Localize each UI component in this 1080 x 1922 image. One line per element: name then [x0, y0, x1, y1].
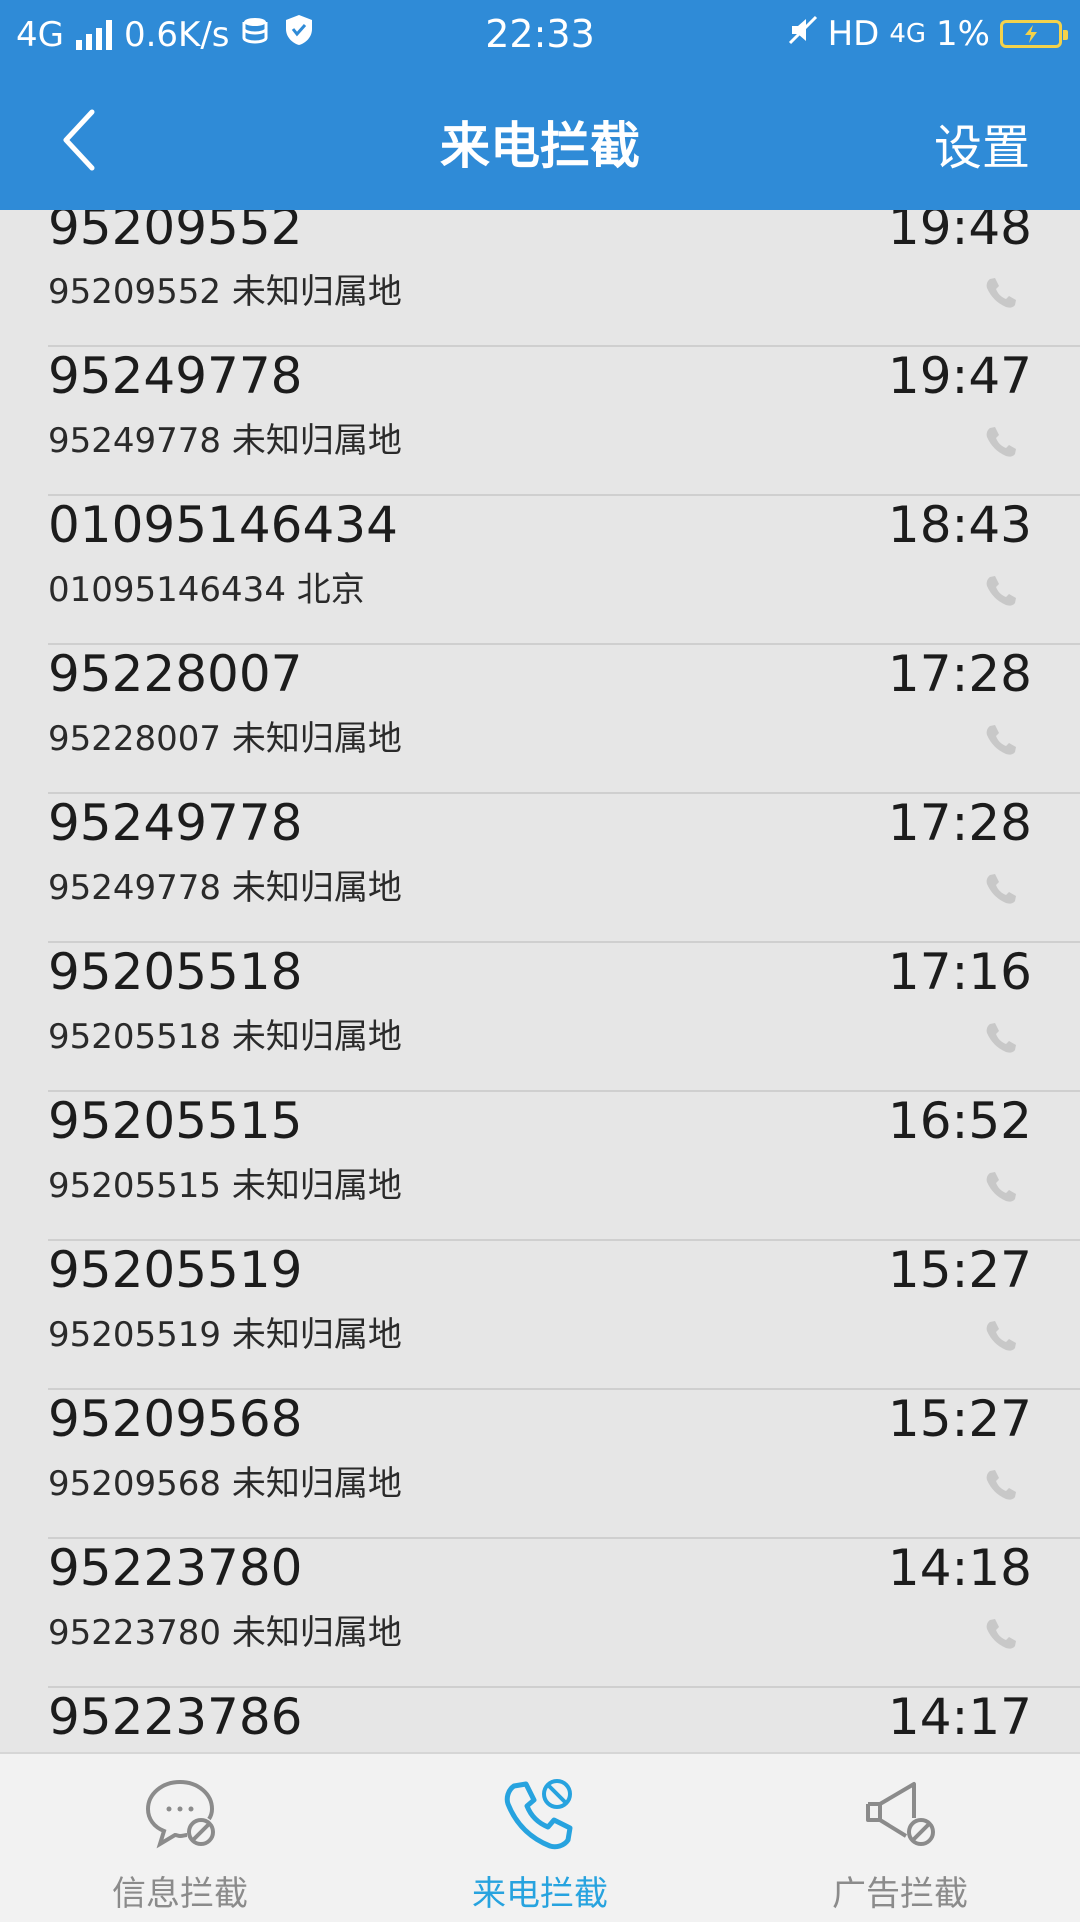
- call-time: 17:16: [887, 943, 1032, 1001]
- tab-ad-block[interactable]: 广告拦截: [720, 1754, 1080, 1922]
- call-row[interactable]: 95223780 95223780 未知归属地 14:18: [48, 1539, 1080, 1688]
- caller-number: 95209568: [48, 1390, 303, 1448]
- phone-icon: [986, 1321, 1016, 1351]
- tab-call-block[interactable]: 来电拦截: [360, 1754, 720, 1922]
- call-row[interactable]: 95205515 95205515 未知归属地 16:52: [48, 1092, 1080, 1241]
- caller-number: 95223780: [48, 1539, 303, 1597]
- battery-icon: [1000, 20, 1068, 48]
- phone-icon: [986, 874, 1016, 904]
- caller-location: 95228007 未知归属地: [48, 719, 402, 759]
- caller-number: 95205519: [48, 1241, 303, 1299]
- caller-number: 95209552: [48, 210, 303, 256]
- call-row[interactable]: 95209568 95209568 未知归属地 15:27: [48, 1390, 1080, 1539]
- call-block-icon: [504, 1779, 573, 1850]
- caller-location: 95223780 未知归属地: [48, 1613, 402, 1653]
- call-time: 16:52: [887, 1092, 1032, 1150]
- bottom-nav: 信息拦截 来电拦截 广告拦截: [0, 1752, 1080, 1922]
- call-time: 17:28: [887, 794, 1032, 852]
- mute-icon: [788, 14, 818, 54]
- tab-label: 来电拦截: [472, 1874, 608, 1914]
- tab-label: 广告拦截: [832, 1874, 968, 1914]
- status-bar: 4G 0.6K/s 22:33 HD 4G 1%: [0, 0, 1080, 70]
- call-row[interactable]: 95205519 95205519 未知归属地 15:27: [48, 1241, 1080, 1390]
- caller-number: 01095146434: [48, 496, 398, 554]
- call-row[interactable]: 95205518 95205518 未知归属地 17:16: [48, 943, 1080, 1092]
- hd-label: HD: [827, 14, 880, 54]
- call-row[interactable]: 95223786 14:17: [48, 1688, 1080, 1752]
- caller-location: 95205515 未知归属地: [48, 1166, 402, 1206]
- caller-number: 95228007: [48, 645, 303, 703]
- caller-location: 95209552 未知归属地: [48, 272, 402, 312]
- phone-icon: [986, 725, 1016, 755]
- caller-location: 95249778 未知归属地: [48, 868, 402, 908]
- status-right: HD 4G 1%: [788, 14, 1068, 54]
- call-row[interactable]: 95209552 95209552 未知归属地 19:48: [48, 210, 1080, 347]
- call-time: 14:18: [887, 1539, 1032, 1597]
- call-time: 15:27: [887, 1241, 1032, 1299]
- page-title: 来电拦截: [440, 117, 640, 175]
- call-row[interactable]: 95249778 95249778 未知归属地 19:47: [48, 347, 1080, 496]
- caller-number: 95223786: [48, 1688, 303, 1746]
- phone-icon: [986, 427, 1016, 457]
- caller-number: 95249778: [48, 347, 303, 405]
- battery-percent: 1%: [936, 14, 990, 54]
- caller-location: 95205519 未知归属地: [48, 1315, 402, 1355]
- phone-icon: [986, 1023, 1016, 1053]
- caller-location: 95249778 未知归属地: [48, 421, 402, 461]
- ad-block-icon: [866, 1782, 935, 1846]
- call-row[interactable]: 01095146434 01095146434 北京 18:43: [48, 496, 1080, 645]
- caller-location: 95209568 未知归属地: [48, 1464, 402, 1504]
- call-row[interactable]: 95228007 95228007 未知归属地 17:28: [48, 645, 1080, 794]
- phone-icon: [986, 1172, 1016, 1202]
- settings-button[interactable]: 设置: [934, 108, 1030, 178]
- phone-icon: [986, 576, 1016, 606]
- network-type-2: 4G: [889, 19, 927, 49]
- call-time: 19:48: [887, 210, 1032, 256]
- caller-number: 95205515: [48, 1092, 303, 1150]
- phone-icon: [986, 1470, 1016, 1500]
- caller-location: 95205518 未知归属地: [48, 1017, 402, 1057]
- tab-label: 信息拦截: [112, 1874, 248, 1914]
- caller-location: 01095146434 北京: [48, 570, 365, 610]
- call-time: 14:17: [887, 1688, 1032, 1746]
- caller-number: 95205518: [48, 943, 303, 1001]
- tab-message-block[interactable]: 信息拦截: [0, 1754, 360, 1922]
- phone-icon: [986, 1619, 1016, 1649]
- blocked-call-list[interactable]: 95209552 95209552 未知归属地 19:48 95249778 95249…: [0, 210, 1080, 1752]
- call-list-inner: 95209552 95209552 未知归属地 19:48 95249778 95249…: [0, 210, 1080, 1752]
- call-row[interactable]: 95249778 95249778 未知归属地 17:28: [48, 794, 1080, 943]
- caller-number: 95249778: [48, 794, 303, 852]
- phone-icon: [986, 278, 1016, 308]
- call-time: 19:47: [887, 347, 1032, 405]
- call-time: 15:27: [887, 1390, 1032, 1448]
- call-time: 18:43: [887, 496, 1032, 554]
- call-time: 17:28: [887, 645, 1032, 703]
- title-bar: 来电拦截 设置: [0, 70, 1080, 210]
- message-block-icon: [145, 1780, 215, 1849]
